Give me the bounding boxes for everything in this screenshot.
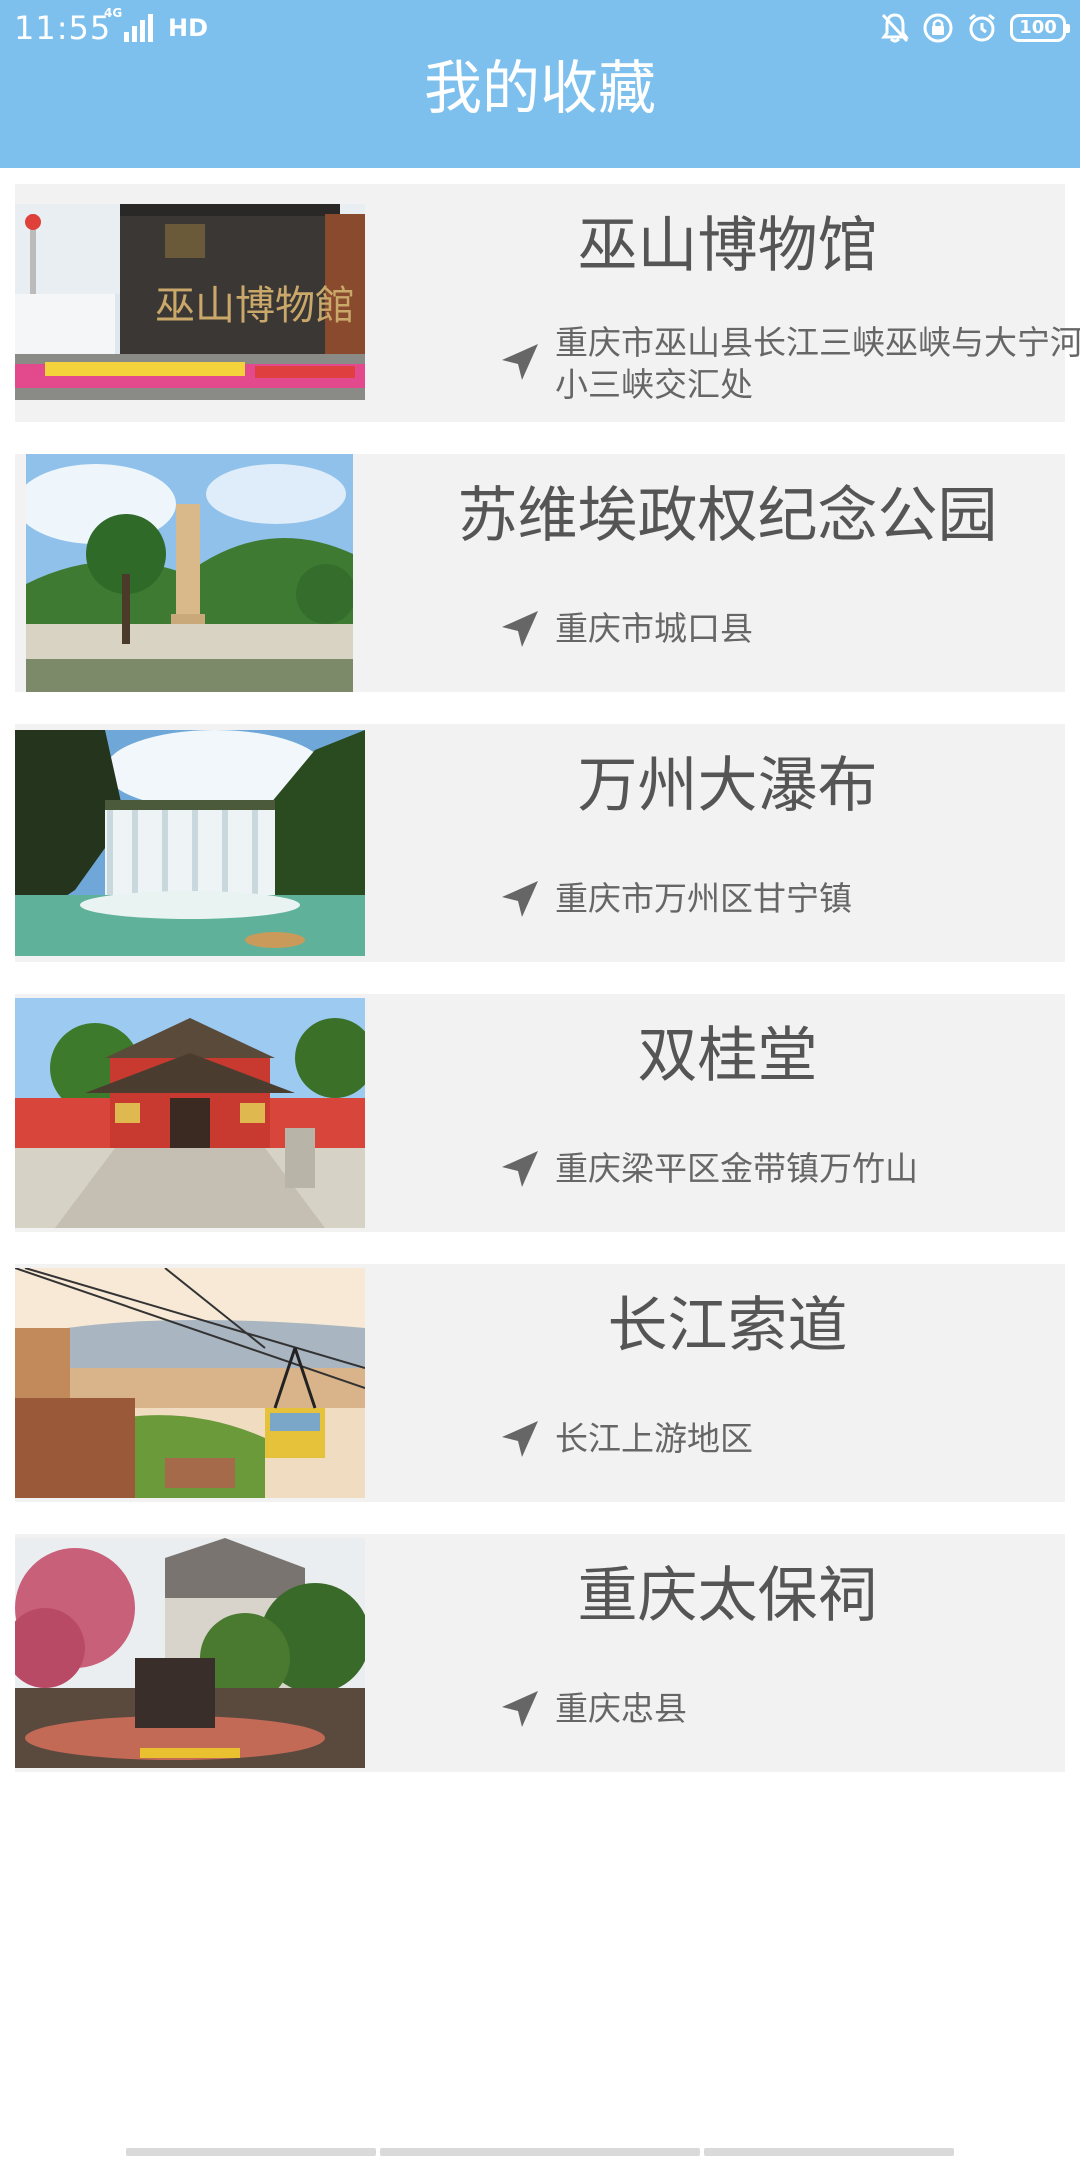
favorite-item[interactable]: 双桂堂 重庆梁平区金带镇万竹山 [15, 994, 1065, 1232]
status-time: 11:55 [14, 9, 112, 47]
museum-photo: 巫山博物館 [15, 204, 365, 400]
attraction-address: 重庆忠县 [555, 1689, 687, 1728]
favorite-item[interactable]: 巫山博物館 巫山博物馆 重庆市巫山县长江三峡巫峡与大宁河小三峡交汇处 [15, 184, 1080, 422]
favorite-item[interactable]: 万州大瀑布 重庆市万州区甘宁镇 [15, 724, 1065, 962]
attraction-name: 巫山博物馆 [577, 211, 878, 281]
attraction-address: 重庆梁平区金带镇万竹山 [555, 1149, 918, 1188]
attraction-address: 长江上游地区 [555, 1419, 753, 1458]
temple-photo [15, 998, 365, 1228]
bell-mute-icon [881, 13, 909, 43]
attraction-name: 苏维埃政权纪念公园 [457, 481, 998, 551]
signal-icon [124, 14, 153, 42]
ancestral-hall-photo [15, 1538, 365, 1768]
page-title: 我的收藏 [423, 54, 656, 122]
network-type: 4G [104, 6, 123, 20]
attraction-name: 长江索道 [607, 1291, 848, 1361]
attraction-name: 重庆太保祠 [577, 1561, 878, 1631]
bottom-bar-segment [380, 2148, 700, 2156]
app-root: 11:55 4G HD 100 我的收藏 巫山博物館 巫山博物馆 重庆市巫山县长… [0, 0, 1080, 2160]
battery-indicator: 100 [1010, 14, 1070, 42]
location-arrow-icon [502, 1691, 538, 1727]
attraction-address: 重庆市城口县 [555, 609, 753, 648]
status-icons: 100 [880, 10, 1070, 46]
attraction-name: 万州大瀑布 [577, 751, 878, 821]
location-arrow-icon [502, 344, 538, 380]
attraction-address: 重庆市巫山县长江三峡巫峡与大宁河小三峡交汇处 [555, 323, 1080, 404]
favorite-item[interactable]: 苏维埃政权纪念公园 重庆市城口县 [15, 454, 1065, 692]
attraction-name: 双桂堂 [637, 1021, 818, 1091]
favorite-item[interactable]: 重庆太保祠 重庆忠县 [15, 1534, 1065, 1772]
favorite-item[interactable]: 长江索道 长江上游地区 [15, 1264, 1065, 1502]
cable-car-photo [15, 1268, 365, 1498]
location-arrow-icon [502, 611, 538, 647]
location-arrow-icon [502, 1421, 538, 1457]
lock-rotation-icon [923, 13, 953, 43]
app-header: 11:55 4G HD 100 我的收藏 [0, 0, 1080, 168]
attraction-address: 重庆市万州区甘宁镇 [555, 879, 852, 918]
hd-badge: HD [168, 14, 209, 42]
svg-text:巫山博物館: 巫山博物館 [155, 283, 355, 329]
location-arrow-icon [502, 1151, 538, 1187]
alarm-icon [969, 13, 995, 42]
location-arrow-icon [502, 881, 538, 917]
memorial-park-photo [26, 454, 353, 692]
waterfall-photo [15, 730, 365, 956]
bottom-bar-segment [126, 2148, 376, 2156]
bottom-bar-segment [704, 2148, 954, 2156]
